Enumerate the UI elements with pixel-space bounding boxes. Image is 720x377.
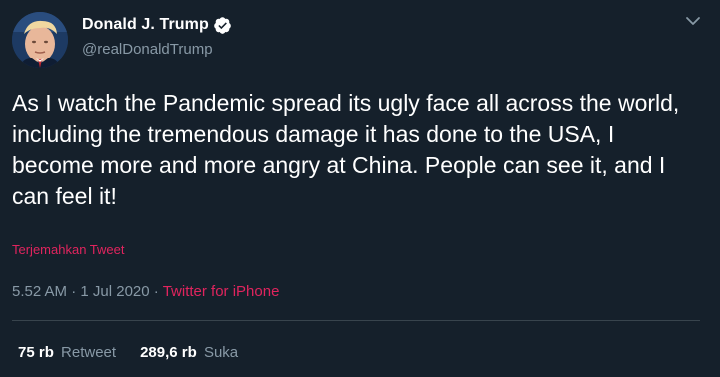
- tweet-metadata: 5.52 AM · 1 Jul 2020 · Twitter for iPhon…: [12, 283, 279, 300]
- tweet-source-link[interactable]: Twitter for iPhone: [163, 283, 280, 300]
- retweets-count: 75 rb: [18, 344, 54, 361]
- translate-tweet-link[interactable]: Terjemahkan Tweet: [12, 242, 125, 257]
- retweets-stat[interactable]: 75 rb Retweet: [18, 344, 116, 361]
- likes-stat[interactable]: 289,6 rb Suka: [140, 344, 238, 361]
- meta-separator: ·: [153, 283, 159, 300]
- meta-separator: ·: [71, 283, 77, 300]
- engagement-stats: 75 rb Retweet 289,6 rb Suka: [18, 344, 262, 361]
- tweet-time[interactable]: 5.52 AM: [12, 283, 67, 300]
- likes-label: Suka: [203, 344, 239, 361]
- chevron-down-icon[interactable]: [684, 12, 702, 30]
- avatar-image: [12, 12, 68, 68]
- tweet-text: As I watch the Pandemic spread its ugly …: [12, 90, 680, 209]
- display-name[interactable]: Donald J. Trump: [82, 16, 209, 34]
- author-handle[interactable]: @realDonaldTrump: [82, 41, 213, 58]
- divider: [12, 320, 700, 321]
- verified-badge-icon: [213, 16, 232, 35]
- tweet-date[interactable]: 1 Jul 2020: [80, 283, 149, 300]
- author-name-row[interactable]: Donald J. Trump: [82, 14, 232, 36]
- retweets-label: Retweet: [61, 344, 117, 361]
- avatar[interactable]: [12, 12, 68, 68]
- likes-count: 289,6 rb: [140, 344, 197, 361]
- tweet-card: Donald J. Trump @realDonaldTrump As I wa…: [0, 0, 720, 377]
